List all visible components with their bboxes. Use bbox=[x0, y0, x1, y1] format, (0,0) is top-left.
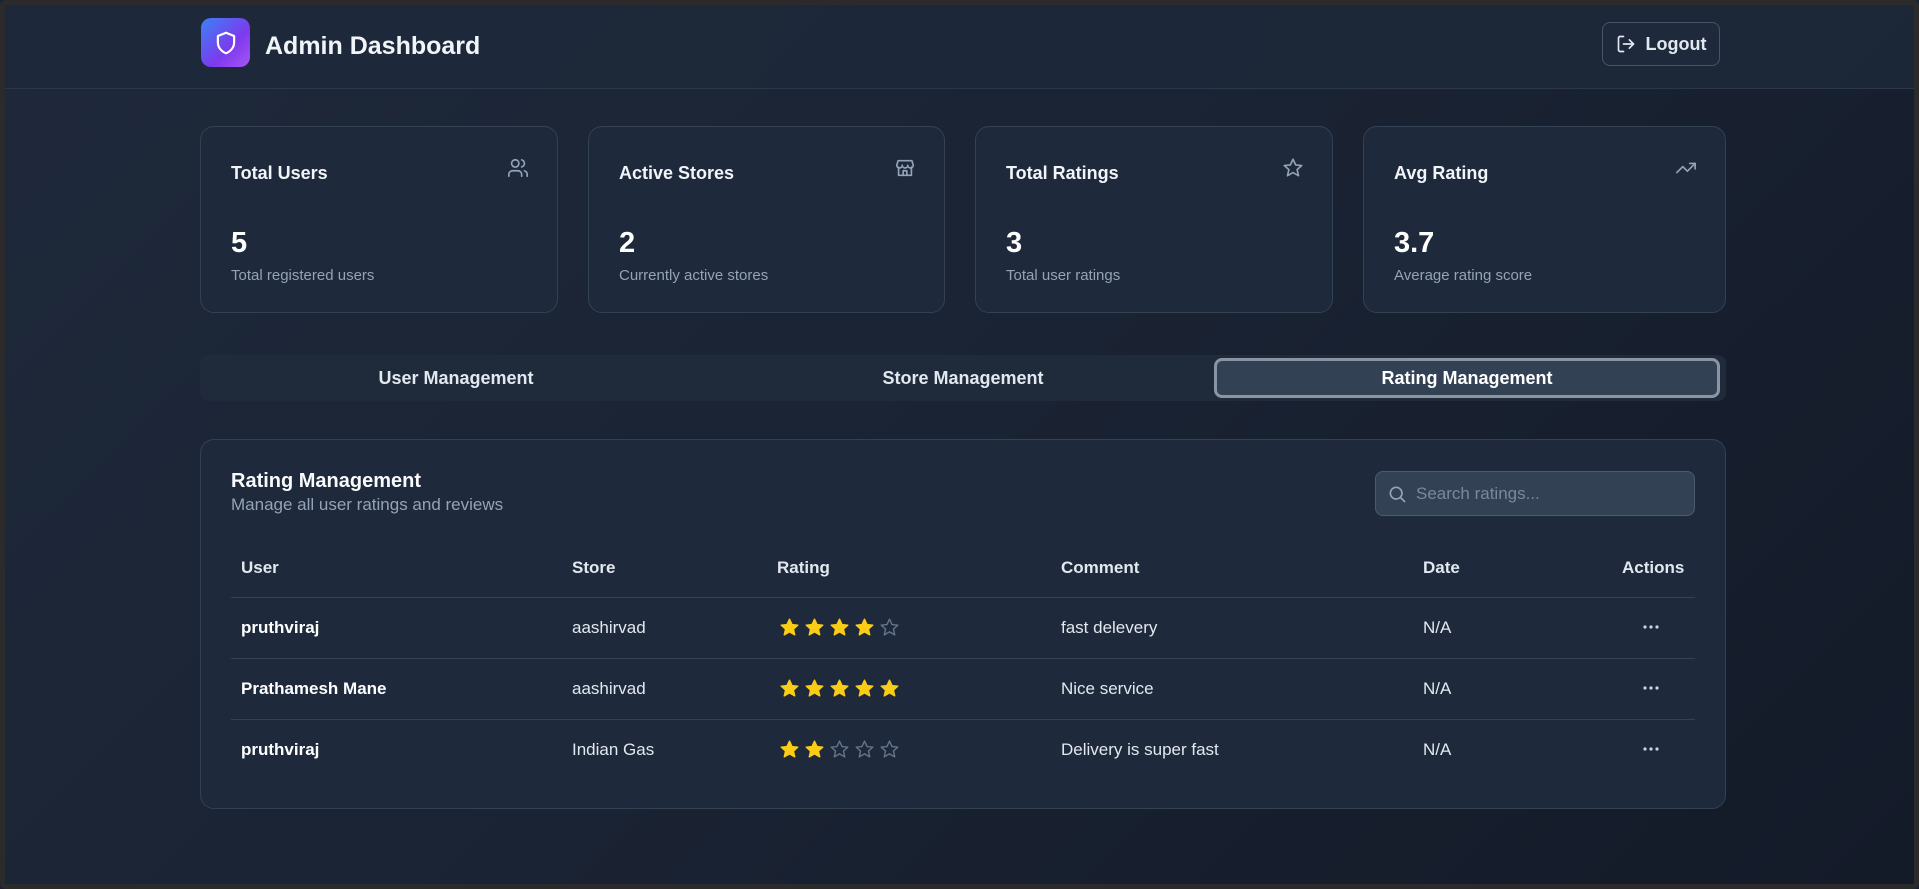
app-title: Admin Dashboard bbox=[265, 32, 481, 60]
table-row: pruthviraj Indian Gas Delivery is super … bbox=[231, 719, 1695, 780]
stat-title: Total Ratings bbox=[1006, 163, 1119, 183]
more-actions-icon[interactable] bbox=[1641, 619, 1661, 635]
store-icon bbox=[895, 159, 915, 177]
column-header-date: Date bbox=[1423, 558, 1460, 577]
cell-comment: fast delevery bbox=[1061, 618, 1158, 637]
column-header-store: Store bbox=[572, 558, 616, 577]
stat-value: 2 bbox=[619, 227, 636, 259]
stat-value: 3.7 bbox=[1394, 227, 1435, 259]
star-filled-icon bbox=[805, 740, 824, 758]
rating-stars bbox=[779, 739, 900, 760]
column-header-rating: Rating bbox=[777, 558, 830, 577]
table-row: pruthviraj aashirvad fast delevery N/A bbox=[231, 597, 1695, 659]
stat-card-total-users: Total Users 5 Total registered users bbox=[200, 126, 558, 313]
cell-comment: Nice service bbox=[1061, 679, 1154, 698]
cell-store: Indian Gas bbox=[572, 740, 655, 759]
search-box bbox=[1375, 471, 1695, 516]
star-icon bbox=[1283, 158, 1303, 177]
tab-bar: User Management Store Management Rating … bbox=[200, 355, 1726, 401]
stat-subtitle: Average rating score bbox=[1394, 267, 1533, 284]
star-filled-icon bbox=[830, 618, 849, 636]
stat-subtitle: Total user ratings bbox=[1006, 267, 1121, 284]
column-header-comment: Comment bbox=[1061, 558, 1140, 577]
column-header-user: User bbox=[241, 558, 279, 577]
users-icon bbox=[508, 158, 528, 178]
top-header: Admin Dashboard Logout bbox=[5, 5, 1914, 89]
star-empty-icon bbox=[880, 740, 899, 758]
star-empty-icon bbox=[830, 740, 849, 758]
cell-user: pruthviraj bbox=[241, 740, 320, 759]
search-icon bbox=[1389, 486, 1406, 503]
star-filled-icon bbox=[855, 679, 874, 697]
rating-management-panel: Rating Management Manage all user rating… bbox=[200, 439, 1726, 809]
stat-value: 5 bbox=[231, 227, 248, 259]
app-window: Admin Dashboard Logout Total Users 5 Tot… bbox=[0, 0, 1919, 889]
column-header-actions: Actions bbox=[1622, 558, 1685, 577]
cell-date: N/A bbox=[1423, 618, 1452, 637]
cell-date: N/A bbox=[1423, 740, 1452, 759]
table-row: Prathamesh Mane aashirvad Nice service N… bbox=[231, 658, 1695, 720]
star-filled-icon bbox=[780, 740, 799, 758]
cell-store: aashirvad bbox=[572, 679, 646, 698]
logout-icon bbox=[1617, 35, 1634, 53]
more-actions-icon[interactable] bbox=[1641, 741, 1661, 757]
cell-date: N/A bbox=[1423, 679, 1452, 698]
star-filled-icon bbox=[805, 679, 824, 697]
tab-store-management[interactable]: Store Management bbox=[710, 358, 1216, 398]
panel-subtitle: Manage all user ratings and reviews bbox=[231, 495, 504, 514]
stat-card-avg-rating: Avg Rating 3.7 Average rating score bbox=[1363, 126, 1726, 313]
cell-store: aashirvad bbox=[572, 618, 646, 637]
rating-stars bbox=[779, 617, 900, 638]
star-empty-icon bbox=[855, 740, 874, 758]
star-filled-icon bbox=[805, 618, 824, 636]
star-filled-icon bbox=[880, 679, 899, 697]
app-logo bbox=[201, 18, 250, 67]
stat-card-active-stores: Active Stores 2 Currently active stores bbox=[588, 126, 945, 313]
star-filled-icon bbox=[780, 618, 799, 636]
logout-button[interactable]: Logout bbox=[1602, 22, 1720, 66]
cell-user: pruthviraj bbox=[241, 618, 320, 637]
shield-icon bbox=[216, 31, 235, 54]
panel-title: Rating Management bbox=[231, 470, 422, 492]
stat-title: Active Stores bbox=[619, 163, 735, 183]
trending-up-icon bbox=[1676, 162, 1696, 174]
star-filled-icon bbox=[830, 679, 849, 697]
star-empty-icon bbox=[880, 618, 899, 636]
cell-user: Prathamesh Mane bbox=[241, 679, 387, 698]
stat-subtitle: Currently active stores bbox=[619, 267, 769, 284]
star-filled-icon bbox=[855, 618, 874, 636]
stat-title: Avg Rating bbox=[1394, 163, 1489, 183]
stat-value: 3 bbox=[1006, 227, 1023, 259]
tab-user-management[interactable]: User Management bbox=[203, 358, 709, 398]
rating-stars bbox=[779, 678, 900, 699]
logout-label: Logout bbox=[1645, 33, 1707, 54]
stat-card-total-ratings: Total Ratings 3 Total user ratings bbox=[975, 126, 1333, 313]
cell-comment: Delivery is super fast bbox=[1061, 740, 1219, 759]
search-input[interactable] bbox=[1416, 472, 1686, 515]
more-actions-icon[interactable] bbox=[1641, 680, 1661, 696]
stat-title: Total Users bbox=[231, 163, 328, 183]
stat-subtitle: Total registered users bbox=[231, 267, 375, 284]
star-filled-icon bbox=[780, 679, 799, 697]
tab-rating-management[interactable]: Rating Management bbox=[1214, 358, 1720, 398]
